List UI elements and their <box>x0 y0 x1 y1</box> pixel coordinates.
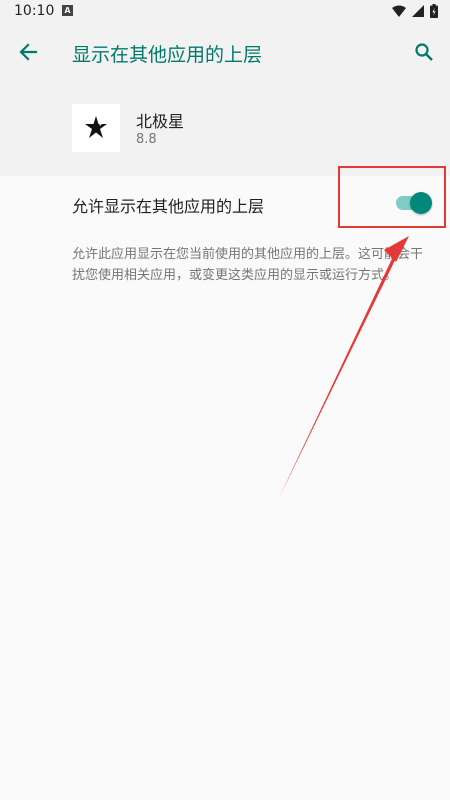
battery-icon <box>430 4 438 18</box>
status-icons <box>392 4 438 18</box>
back-button[interactable] <box>14 38 42 66</box>
allow-overlay-label: 允许显示在其他应用的上层 <box>72 197 265 216</box>
app-icon <box>72 104 120 152</box>
wifi-icon <box>392 5 406 17</box>
screen: 10:10 A 显示在其他应用的上层 北极星 8.8 允许显示在其他应用的上层 … <box>0 0 450 800</box>
app-header: 北极星 8.8 <box>0 80 450 176</box>
notification-app-icon: A <box>62 5 73 16</box>
signal-icon <box>412 5 424 17</box>
app-name: 北极星 <box>136 112 185 131</box>
setting-description: 允许此应用显示在您当前使用的其他应用的上层。这可能会干扰您使用相关应用，或变更这… <box>72 247 424 283</box>
search-button[interactable] <box>410 38 438 66</box>
search-icon <box>415 43 433 61</box>
status-time: 10:10 <box>14 3 55 19</box>
app-version: 8.8 <box>136 132 157 147</box>
annotation-highlight-box <box>338 166 446 228</box>
status-bar: 10:10 A <box>0 0 450 24</box>
page-title: 显示在其他应用的上层 <box>72 44 263 66</box>
star-logo-icon <box>85 116 109 138</box>
arrow-back-icon <box>19 43 38 61</box>
app-bar: 显示在其他应用的上层 <box>0 24 450 80</box>
